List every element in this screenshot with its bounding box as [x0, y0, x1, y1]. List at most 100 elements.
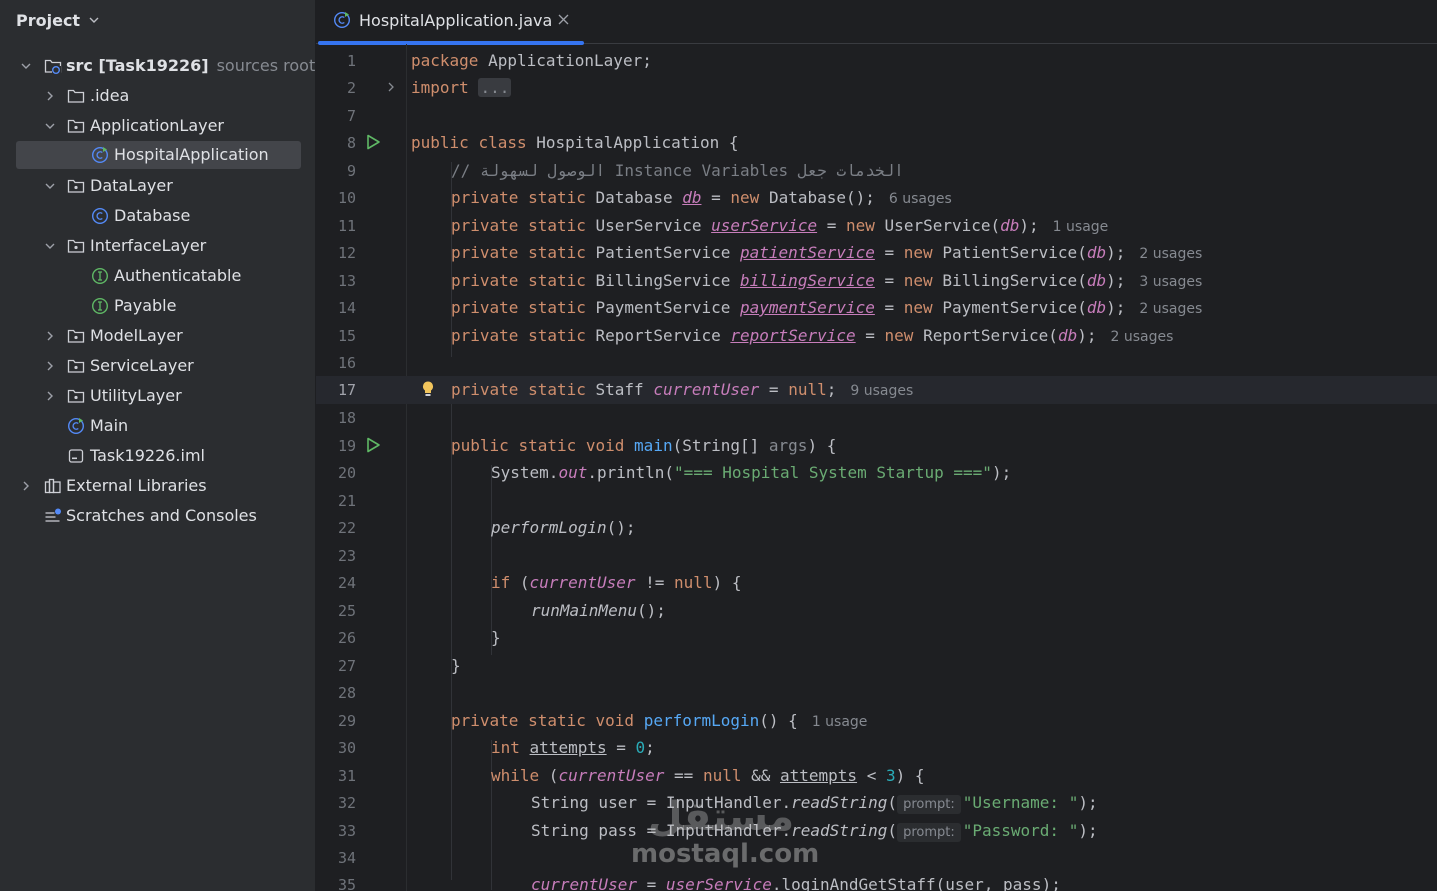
project-title: Project [16, 10, 81, 30]
run-icon[interactable] [364, 436, 382, 454]
line-number: 33 [337, 822, 356, 840]
tree-item-label: Main [90, 416, 129, 435]
code-line[interactable]: 28 [316, 679, 1437, 706]
method-name: performLogin [643, 711, 760, 730]
code-line[interactable]: 9 // الوصول لسهولة Instance Variables ال… [316, 157, 1437, 184]
static-field: db [682, 188, 702, 207]
tree-item-idea[interactable]: .idea [0, 82, 316, 110]
chevron-down-icon[interactable] [43, 179, 57, 193]
code-line[interactable]: 7 [316, 102, 1437, 129]
chevron-right-icon[interactable] [43, 359, 57, 373]
tree-item-utilitylayer[interactable]: UtilityLayer [0, 382, 316, 410]
active-tab-indicator [318, 41, 584, 45]
tree-item-interfacelayer[interactable]: InterfaceLayer [0, 232, 316, 260]
tree-item-src[interactable]: src [Task19226] sources root, [0, 52, 320, 80]
tree-item-servicelayer[interactable]: ServiceLayer [0, 352, 316, 380]
code-line[interactable]: 35 currentUser = userService.loginAndGet… [316, 871, 1437, 891]
tree-item-datalayer[interactable]: DataLayer [0, 172, 316, 200]
usages-hint[interactable]: 1 usage [1053, 219, 1109, 235]
source-root-folder-icon [44, 59, 62, 74]
line-number: 11 [337, 217, 356, 235]
usages-hint[interactable]: 3 usages [1139, 274, 1202, 290]
code-line[interactable]: 18 [316, 404, 1437, 431]
iml-file-icon [68, 449, 84, 463]
watermark-logo: مستقل mostaql.com [631, 795, 819, 875]
tab-hospitalapplication[interactable]: HospitalApplication.java [316, 0, 584, 45]
chevron-down-icon[interactable] [19, 59, 33, 73]
tree-item-modellayer[interactable]: ModelLayer [0, 322, 316, 350]
line-number: 21 [337, 492, 356, 510]
chevron-right-icon[interactable] [19, 479, 33, 493]
chevron-down-icon[interactable] [43, 119, 57, 133]
tree-item-label: InterfaceLayer [90, 236, 207, 255]
usages-hint[interactable]: 2 usages [1139, 246, 1202, 262]
code-line[interactable]: 32 String user = InputHandler.readString… [316, 789, 1437, 816]
code-line[interactable]: 12 private static PatientService patient… [316, 239, 1437, 266]
line-number: 15 [337, 327, 356, 345]
tree-item-label: External Libraries [66, 476, 207, 495]
code-line[interactable]: 25 runMainMenu(); [316, 597, 1437, 624]
chevron-down-icon[interactable] [43, 239, 57, 253]
close-icon[interactable] [558, 14, 569, 25]
tree-item-label: ServiceLayer [90, 356, 194, 375]
chevron-right-icon[interactable] [43, 329, 57, 343]
code-line[interactable]: 13 private static BillingService billing… [316, 267, 1437, 294]
tree-item-authenticatable[interactable]: Authenticatable [0, 262, 316, 290]
java-main-class-icon [67, 417, 85, 435]
code-line[interactable]: 20 System.out.println("=== Hospital Syst… [316, 459, 1437, 486]
tree-item-hospitalapplication[interactable]: HospitalApplication [0, 141, 316, 169]
folded-imports[interactable]: ... [478, 78, 512, 97]
code-line[interactable]: 22 performLogin(); [316, 514, 1437, 541]
chevron-right-icon[interactable] [384, 80, 398, 94]
chevron-right-icon[interactable] [43, 389, 57, 403]
tree-item-label: Database [114, 206, 191, 225]
tree-item-iml[interactable]: Task19226.iml [0, 442, 316, 470]
code-line[interactable]: 27 } [316, 652, 1437, 679]
code-line[interactable]: 34 [316, 844, 1437, 871]
code-line[interactable]: 21 [316, 487, 1437, 514]
tree-item-main[interactable]: Main [0, 412, 316, 440]
code-line[interactable]: 2 import ... [316, 74, 1437, 101]
tree-item-payable[interactable]: Payable [0, 292, 316, 320]
line-number: 26 [337, 629, 356, 647]
code-editor[interactable]: HospitalApplication.java 1 package Appli… [316, 0, 1437, 891]
tree-item-applicationlayer[interactable]: ApplicationLayer [0, 112, 316, 140]
editor-tab-bar: HospitalApplication.java [316, 0, 1437, 45]
code-line[interactable]: 1 package ApplicationLayer; [316, 47, 1437, 74]
code-line[interactable]: 16 [316, 349, 1437, 376]
code-line-current[interactable]: 17 private static Staff currentUser = nu… [316, 376, 1437, 404]
static-field: reportService [730, 326, 856, 345]
usages-hint[interactable]: 9 usages [850, 383, 913, 399]
code-line[interactable]: 31 while (currentUser == null && attempt… [316, 762, 1437, 789]
line-number: 32 [337, 794, 356, 812]
code-line[interactable]: 26 } [316, 624, 1437, 651]
tree-item-scratches[interactable]: Scratches and Consoles [0, 502, 316, 530]
code-line[interactable]: 14 private static PaymentService payment… [316, 294, 1437, 321]
tree-item-label: UtilityLayer [90, 386, 182, 405]
java-main-class-icon [91, 146, 109, 164]
code-line[interactable]: 23 [316, 542, 1437, 569]
usages-hint[interactable]: 1 usage [812, 714, 868, 730]
tree-item-label: ModelLayer [90, 326, 183, 345]
code-line[interactable]: 15 private static ReportService reportSe… [316, 322, 1437, 349]
project-view-selector[interactable]: Project [16, 9, 100, 31]
tree-item-database[interactable]: Database [0, 202, 316, 230]
code-line[interactable]: 10 private static Database db = new Data… [316, 184, 1437, 211]
line-number: 31 [337, 767, 356, 785]
code-line[interactable]: 24 if (currentUser != null) { [316, 569, 1437, 596]
run-icon[interactable] [364, 133, 382, 151]
lightbulb-icon[interactable] [419, 380, 437, 398]
package-name: ApplicationLayer; [488, 51, 652, 70]
usages-hint[interactable]: 2 usages [1139, 301, 1202, 317]
usages-hint[interactable]: 2 usages [1110, 329, 1173, 345]
usages-hint[interactable]: 6 usages [889, 191, 952, 207]
code-line[interactable]: 30 int attempts = 0; [316, 734, 1437, 761]
line-number: 20 [337, 464, 356, 482]
chevron-right-icon[interactable] [43, 89, 57, 103]
tree-item-external-libraries[interactable]: External Libraries [0, 472, 316, 500]
code-line[interactable]: 33 String pass = InputHandler.readString… [316, 817, 1437, 844]
code-line[interactable]: 8 public class HospitalApplication { [316, 129, 1437, 156]
code-line[interactable]: 19 public static void main(String[] args… [316, 432, 1437, 459]
code-line[interactable]: 11 private static UserService userServic… [316, 212, 1437, 239]
code-line[interactable]: 29 private static void performLogin() {1… [316, 707, 1437, 734]
